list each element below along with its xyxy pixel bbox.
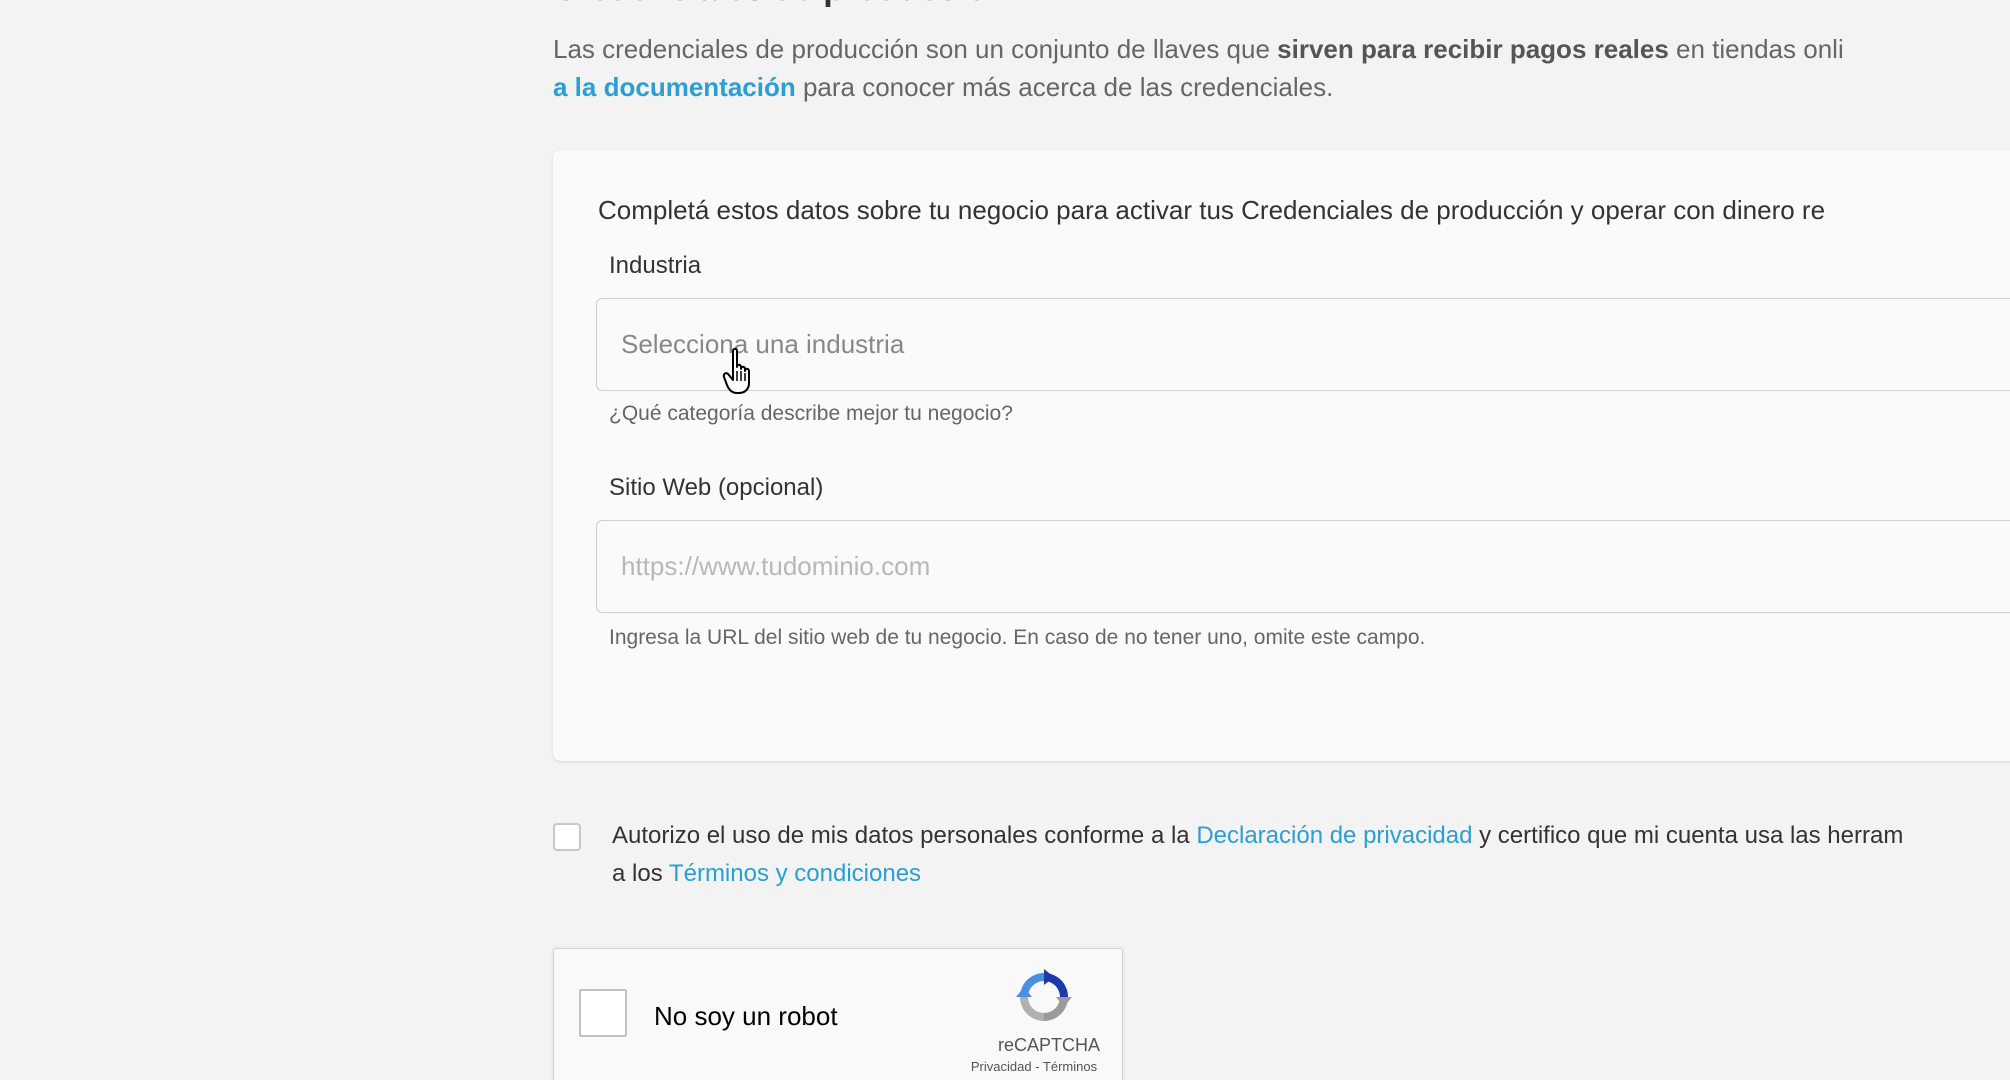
website-input[interactable] [596,520,2010,613]
form-intro: Completá estos datos sobre tu negocio pa… [598,195,1826,225]
consent-text: Autorizo el uso de mis datos personales … [612,817,2010,893]
page: Credenciales de producción Las credencia… [0,0,2010,1080]
recaptcha-widget: No soy un robot reCAPTCHA Privacidad - T… [553,948,1123,1080]
industry-help: ¿Qué categoría describe mejor tu negocio… [609,402,1013,425]
intro-text-1: Las credenciales de producción son un co… [553,34,1278,64]
industry-select[interactable]: Selecciona una industria [596,298,2010,391]
recaptcha-brand: reCAPTCHA [997,1035,1100,1055]
intro-bold: sirven para recibir pagos reales [1277,34,1669,64]
recaptcha-label: No soy un robot [654,1001,838,1031]
business-form-card: Completá estos datos sobre tu negocio pa… [553,150,2010,761]
recaptcha-links: Privacidad - Términos [954,1059,1114,1074]
consent-checkbox[interactable] [553,823,581,851]
intro-text-2: en tiendas onli [1668,34,1844,64]
privacy-declaration-link[interactable]: Declaración de privacidad [1196,822,1472,849]
terms-conditions-link[interactable]: Términos y condiciones [669,860,921,887]
hand-pointer-cursor-icon [722,347,750,394]
industry-placeholder: Selecciona una industria [621,329,905,359]
website-label: Sitio Web (opcional) [609,474,824,501]
page-heading: Credenciales de producción [553,0,1008,9]
consent-text-1: Autorizo el uso de mis datos personales … [612,822,1197,849]
recaptcha-terms-link[interactable]: Términos [1043,1059,1097,1074]
recaptcha-logo-icon [1016,969,1072,1021]
recaptcha-separator: - [1031,1059,1043,1074]
page-intro: Las credenciales de producción son un co… [553,30,2010,106]
intro-text-3: para conocer más acerca de las credencia… [795,72,1334,102]
consent-text-3: a los [612,860,669,887]
consent-text-2: y certifico que mi cuenta usa las herram [1472,822,1904,849]
recaptcha-privacy-link[interactable]: Privacidad [971,1059,1032,1074]
website-help: Ingresa la URL del sitio web de tu negoc… [609,626,1426,649]
documentation-link[interactable]: a la documentación [553,72,796,102]
industry-label: Industria [609,252,702,279]
recaptcha-checkbox[interactable] [579,989,627,1037]
